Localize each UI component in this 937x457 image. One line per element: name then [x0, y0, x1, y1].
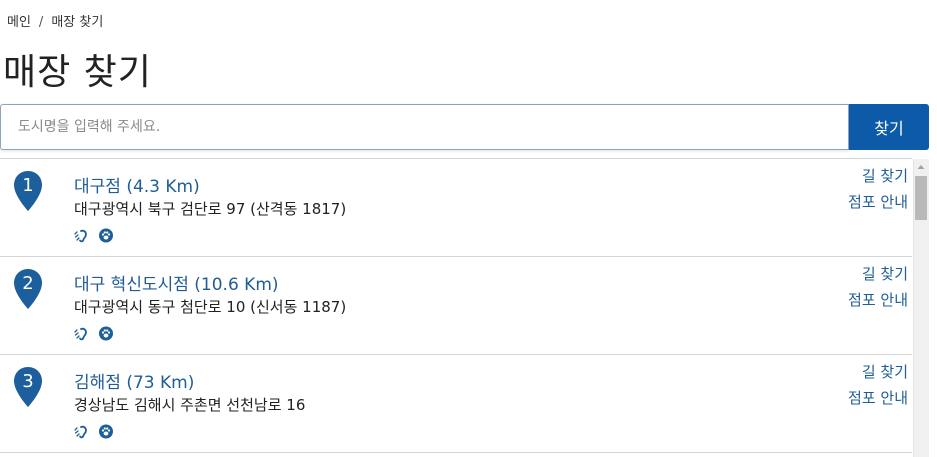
store-name-link[interactable]: 김해점 (73 Km) — [74, 368, 194, 393]
store-name-link[interactable]: 대구점 (4.3 Km) — [74, 172, 200, 197]
store-address: 대구광역시 동구 첨단로 10 (신서동 1187) — [74, 298, 347, 316]
store-address: 대구광역시 북구 검단로 97 (산격동 1817) — [74, 200, 347, 218]
directions-link[interactable]: 길 찾기 — [862, 361, 908, 382]
directions-link[interactable]: 길 찾기 — [862, 263, 908, 284]
store-number: 3 — [22, 371, 34, 392]
breadcrumb-home-link[interactable]: 메인 — [7, 15, 31, 30]
pet-friendly-icon — [99, 326, 114, 341]
hearing-assist-icon — [74, 229, 87, 243]
store-info-link[interactable]: 점포 안내 — [848, 289, 908, 310]
store-info-link[interactable]: 점포 안내 — [848, 387, 908, 408]
store-item: 1 대구점 (4.3 Km) 대구광역시 북구 검단로 97 (산격동 1817… — [0, 159, 912, 257]
results-scrollbar[interactable] — [913, 159, 929, 457]
hearing-assist-icon — [74, 327, 87, 341]
page-title: 매장 찾기 — [3, 52, 152, 93]
city-search-input[interactable] — [0, 104, 849, 150]
search-button[interactable]: 찾기 — [849, 104, 929, 150]
scrollbar-track — [913, 159, 914, 457]
store-address: 경상남도 김해시 주촌면 선천남로 16 — [74, 396, 306, 414]
directions-link[interactable]: 길 찾기 — [862, 165, 908, 186]
breadcrumb-separator: / — [38, 15, 44, 30]
store-results-list: 1 대구점 (4.3 Km) 대구광역시 북구 검단로 97 (산격동 1817… — [0, 158, 912, 457]
store-number: 1 — [22, 175, 34, 196]
breadcrumb: 메인 / 매장 찾기 — [7, 11, 103, 30]
pet-friendly-icon — [99, 228, 114, 243]
scrollbar-thumb[interactable] — [915, 176, 927, 220]
store-info-link[interactable]: 점포 안내 — [848, 191, 908, 212]
store-name-link[interactable]: 대구 혁신도시점 (10.6 Km) — [74, 270, 279, 295]
store-search-bar: 찾기 — [0, 104, 929, 152]
amenity-icons — [74, 228, 117, 243]
pet-friendly-icon — [99, 424, 114, 439]
store-number: 2 — [22, 273, 34, 294]
amenity-icons — [74, 326, 117, 341]
store-item: 2 대구 혁신도시점 (10.6 Km) 대구광역시 동구 첨단로 10 (신서… — [0, 257, 912, 355]
store-item: 3 김해점 (73 Km) 경상남도 김해시 주촌면 선천남로 16 길 찾기 … — [0, 355, 912, 453]
hearing-assist-icon — [74, 425, 87, 439]
scroll-up-arrow-icon[interactable] — [913, 159, 929, 175]
amenity-icons — [74, 424, 117, 439]
breadcrumb-current: 매장 찾기 — [51, 15, 104, 30]
